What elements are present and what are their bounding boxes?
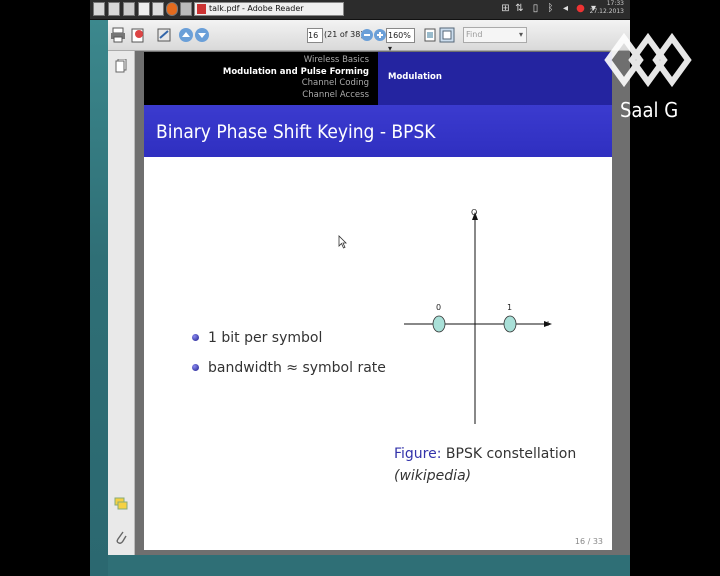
caption-label: Figure: [394, 446, 442, 462]
pdf-icon [197, 4, 206, 14]
current-section-panel: Modulation [378, 52, 612, 105]
launcher-icon[interactable] [180, 2, 192, 16]
next-page-icon[interactable] [194, 27, 210, 43]
watermark-text: Saal G [620, 98, 679, 122]
sign-icon[interactable] [156, 27, 172, 43]
section-item[interactable]: Channel Coding [144, 78, 369, 90]
slide-title-bar: Binary Phase Shift Keying - BPSK [144, 105, 612, 157]
section-item[interactable]: Wireless Basics [144, 55, 369, 67]
section-item-active[interactable]: Modulation and Pulse Forming [144, 67, 369, 79]
q-axis-label: Q [471, 208, 477, 217]
taskbar-window-title: talk.pdf - Adobe Reader [209, 4, 304, 13]
comments-icon[interactable] [114, 497, 128, 511]
slide-navigation-header: Wireless Basics Modulation and Pulse For… [144, 52, 612, 105]
i-axis-label: I [547, 320, 549, 328]
files-icon[interactable] [138, 2, 150, 16]
terminal-icon[interactable] [123, 2, 135, 16]
print-icon[interactable] [110, 27, 126, 43]
constellation-point-0 [432, 315, 446, 333]
bullet-text: bandwidth ≈ symbol rate [208, 360, 386, 376]
section-list: Wireless Basics Modulation and Pulse For… [144, 55, 369, 101]
menu-icon[interactable] [93, 2, 105, 16]
fit-page-icon[interactable] [422, 27, 438, 43]
mouse-cursor-icon [338, 235, 347, 249]
clock[interactable]: 17:33 27.12.2013 [590, 0, 624, 16]
top-panel: talk.pdf - Adobe Reader ⊞ ⇅ ▯ ᛒ ◂ ● ▾ 17… [90, 0, 630, 20]
update-icon[interactable]: ● [575, 3, 586, 15]
bullet-icon [192, 334, 199, 341]
previous-page-icon[interactable] [178, 27, 194, 43]
show-desktop-icon[interactable] [108, 2, 120, 16]
export-icon[interactable] [130, 27, 146, 43]
bullet-item: 1 bit per symbol [192, 323, 386, 353]
full-screen-icon[interactable] [439, 27, 455, 43]
zoom-value: 160% [388, 31, 411, 40]
caption-source: (wikipedia) [394, 468, 472, 484]
find-input[interactable]: Find ▾ [463, 27, 527, 43]
display-icon[interactable]: ⇅ [514, 3, 525, 15]
page-count: (21 of 38) [324, 30, 364, 39]
clock-time: 17:33 [606, 0, 624, 7]
find-placeholder: Find [466, 30, 483, 39]
firefox-icon[interactable] [166, 2, 178, 16]
bullet-text: 1 bit per symbol [208, 330, 323, 346]
network-icon[interactable]: ⊞ [500, 3, 511, 15]
bullet-list: 1 bit per symbol bandwidth ≈ symbol rate [192, 323, 386, 383]
point-label-0: 0 [436, 303, 441, 312]
taskbar-window-button[interactable]: talk.pdf - Adobe Reader [194, 2, 344, 16]
constellation-diagram: Q I 0 1 [404, 208, 552, 424]
figure-caption: Figure: BPSK constellation (wikipedia) [394, 443, 576, 487]
watermark-logo-icon [604, 32, 692, 88]
navigation-pane [108, 51, 135, 555]
slide-title: Binary Phase Shift Keying - BPSK [156, 121, 436, 143]
point-label-1: 1 [507, 303, 512, 312]
desktop: talk.pdf - Adobe Reader ⊞ ⇅ ▯ ᛒ ◂ ● ▾ 17… [90, 0, 630, 576]
bullet-item: bandwidth ≈ symbol rate [192, 353, 386, 383]
slide-page-number: 16 / 33 [574, 537, 603, 546]
battery-icon[interactable]: ▯ [530, 3, 541, 15]
pages-icon[interactable] [115, 59, 127, 73]
volume-icon[interactable]: ◂ [560, 3, 571, 15]
slide-page: Wireless Basics Modulation and Pulse For… [144, 52, 612, 550]
zoom-select[interactable]: 160% ▾ [386, 28, 415, 53]
attachment-icon[interactable] [115, 529, 127, 545]
clock-date: 27.12.2013 [589, 8, 624, 15]
reader-toolbar: 16 (21 of 38) 160% ▾ Find ▾ [108, 20, 630, 53]
current-section-title[interactable]: Modulation [388, 72, 442, 82]
caption-text: BPSK constellation [445, 446, 577, 462]
bluetooth-icon[interactable]: ᛒ [545, 3, 556, 15]
bullet-icon [192, 364, 199, 371]
editor-icon[interactable] [152, 2, 164, 16]
window-bottom-edge [108, 555, 630, 576]
constellation-point-1 [503, 315, 517, 333]
page-number-input[interactable]: 16 [307, 28, 323, 43]
section-item[interactable]: Channel Access [144, 90, 369, 102]
